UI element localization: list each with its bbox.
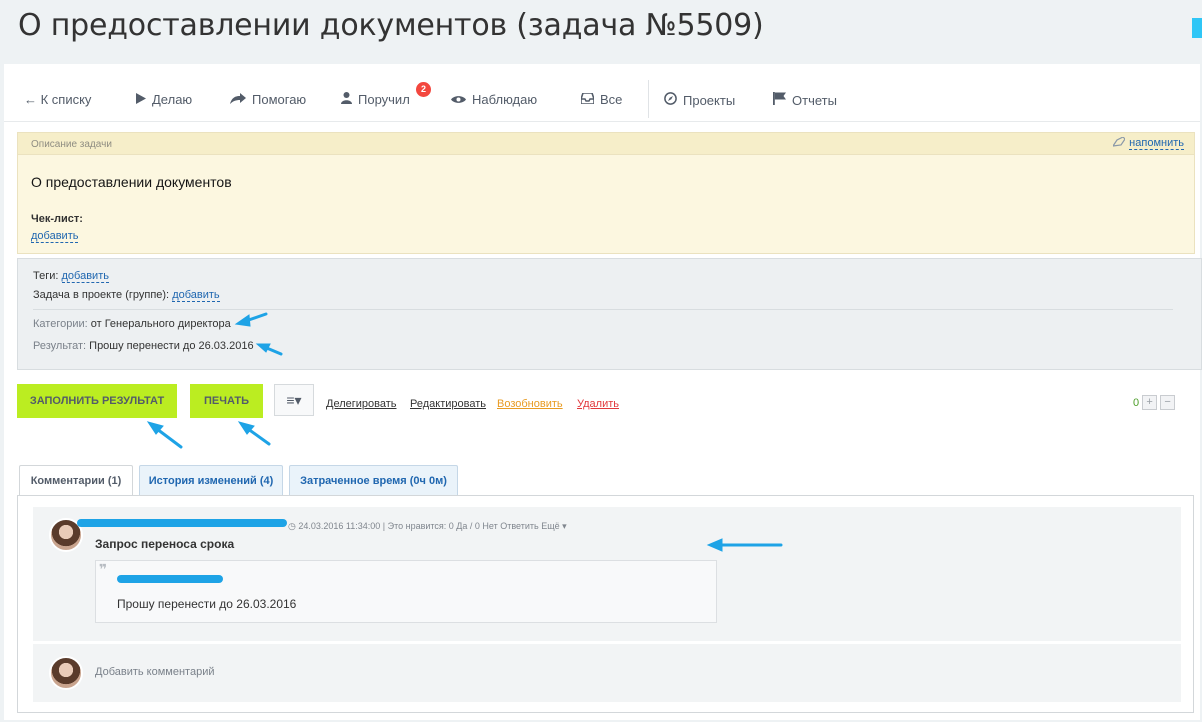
checklist-add-link[interactable]: добавить (31, 230, 79, 243)
project-row: Задача в проекте (группе): добавить (33, 289, 220, 302)
redacted-quote-author (117, 575, 223, 583)
nav-watching-label: Наблюдаю (472, 92, 538, 107)
nav-all[interactable]: Все (580, 92, 623, 107)
redacted-author-name (77, 519, 287, 527)
back-to-list-link[interactable]: ← К списку (24, 92, 91, 107)
tags-label: Теги: (33, 270, 59, 282)
nav-helping-label: Помогаю (252, 92, 307, 107)
inbox-icon (580, 92, 595, 107)
tab-time-spent[interactable]: Затраченное время (0ч 0м) (289, 465, 458, 495)
category-label: Категории: (33, 318, 88, 330)
bell-icon (1111, 136, 1126, 150)
nav-doing[interactable]: Делаю (136, 92, 192, 107)
nav-assigned[interactable]: Поручил (341, 92, 410, 107)
eye-icon (451, 92, 466, 107)
nav-separator (648, 80, 649, 118)
quote-icon: ❞ (99, 561, 108, 577)
avatar (49, 656, 83, 690)
counter-value: 0 (1133, 396, 1140, 409)
comment-meta[interactable]: ◷ 24.03.2016 11:34:00 | Это нравится: 0 … (288, 521, 567, 532)
result-value: Прошу перенести до 26.03.2016 (89, 340, 254, 352)
remind-label: напомнить (1129, 137, 1184, 150)
nav-projects[interactable]: Проекты (664, 92, 735, 108)
comments-panel: ◷ 24.03.2016 11:34:00 | Это нравится: 0 … (17, 495, 1194, 713)
project-label: Задача в проекте (группе): (33, 289, 170, 301)
back-label: ← К списку (24, 92, 92, 107)
compass-icon (664, 92, 677, 108)
nav-all-label: Все (600, 92, 623, 107)
project-add-link[interactable]: добавить (172, 289, 220, 302)
nav-watching[interactable]: Наблюдаю (451, 92, 537, 107)
nav-reports-label: Отчеты (792, 92, 837, 108)
task-nav: ← К списку Делаю Помогаю Поручил 2 Наблю (4, 78, 1200, 122)
checklist-label: Чек-лист: (31, 213, 83, 225)
description-header-label: Описание задачи (31, 139, 112, 150)
flag-icon (773, 92, 786, 108)
nav-reports[interactable]: Отчеты (773, 92, 837, 108)
comment-title: Запрос переноса срока (95, 537, 235, 551)
meta-divider (33, 309, 1173, 310)
description-text: О предоставлении документов (31, 174, 232, 190)
tab-history[interactable]: История изменений (4) (139, 465, 283, 495)
task-description: Описание задачи напомнить О предоставлен… (17, 132, 1195, 254)
edge-marker (1192, 18, 1202, 38)
comment-item: ◷ 24.03.2016 11:34:00 | Это нравится: 0 … (33, 507, 1181, 641)
category-value: от Генерального директора (90, 318, 231, 330)
add-comment-area[interactable]: Добавить комментарий (33, 644, 1181, 702)
add-comment-placeholder[interactable]: Добавить комментарий (95, 666, 214, 678)
tags-row: Теги: добавить (33, 270, 109, 283)
description-header: Описание задачи напомнить (18, 133, 1194, 155)
page-title: О предоставлении документов (задача №550… (18, 8, 764, 43)
task-meta: Теги: добавить Задача в проекте (группе)… (17, 258, 1202, 370)
result-label: Результат: (33, 340, 87, 352)
nav-doing-label: Делаю (152, 92, 193, 107)
fill-result-button[interactable]: ЗАПОЛНИТЬ РЕЗУЛЬТАТ (17, 384, 177, 418)
plus-icon[interactable]: + (1142, 395, 1158, 410)
tags-add-link[interactable]: добавить (61, 270, 109, 283)
minus-icon[interactable]: − (1160, 395, 1176, 410)
edit-link[interactable]: Редактировать (410, 398, 486, 410)
renew-link[interactable]: Возобновить (497, 398, 563, 410)
rating-counter: 0 + − (1133, 395, 1176, 410)
play-icon (136, 92, 146, 107)
assigned-count-badge: 2 (416, 82, 431, 97)
nav-assigned-label: Поручил (358, 92, 410, 107)
arrow-right-icon (230, 92, 246, 107)
nav-projects-label: Проекты (683, 92, 736, 108)
task-panel: ← К списку Делаю Помогаю Поручил 2 Наблю (4, 64, 1202, 720)
remind-link[interactable]: напомнить (1111, 136, 1184, 150)
print-button[interactable]: ПЕЧАТЬ (190, 384, 263, 418)
result-row: Результат: Прошу перенести до 26.03.2016 (33, 340, 254, 352)
delete-link[interactable]: Удалить (577, 398, 619, 410)
comment-quote: ❞ Прошу перенести до 26.03.2016 (95, 560, 717, 623)
delegate-link[interactable]: Делегировать (326, 398, 397, 410)
more-actions-menu-button[interactable]: ≡▾ (274, 384, 314, 416)
quote-text: Прошу перенести до 26.03.2016 (117, 597, 297, 611)
person-icon (341, 92, 352, 107)
nav-helping[interactable]: Помогаю (230, 92, 306, 107)
category-row: Категории: от Генерального директора (33, 318, 231, 330)
tab-comments[interactable]: Комментарии (1) (19, 465, 133, 496)
